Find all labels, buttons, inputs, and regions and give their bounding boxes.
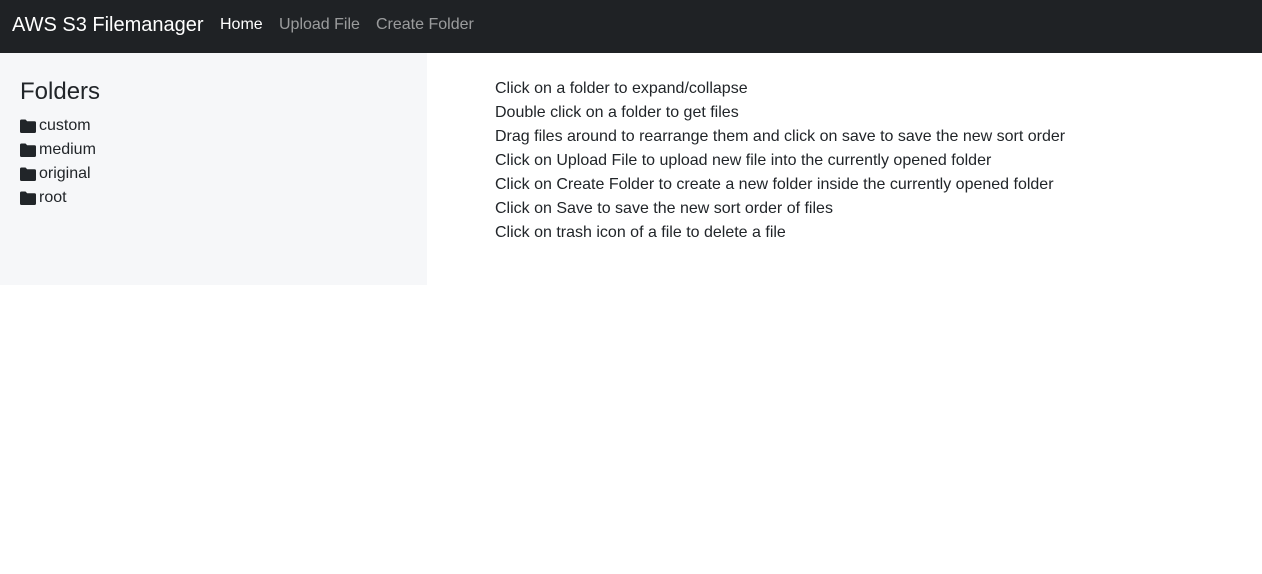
folder-label: root: [39, 189, 67, 206]
folder-icon: [20, 167, 36, 181]
sidebar-title: Folders: [20, 78, 101, 105]
nav-home-link[interactable]: Home: [220, 15, 263, 35]
folder-label: custom: [39, 117, 91, 134]
brand-link[interactable]: AWS S3 Filemanager: [12, 12, 204, 38]
instruction-delete-file: Click on trash icon of a file to delete …: [495, 224, 786, 241]
folders-sidebar: Folders custom medium original root: [0, 53, 427, 285]
instructions-list: Click on a folder to expand/collapse Dou…: [495, 77, 1065, 245]
folder-label: original: [39, 165, 91, 182]
nav-create-folder-link[interactable]: Create Folder: [376, 15, 474, 35]
instruction-get-files: Double click on a folder to get files: [495, 104, 739, 121]
folder-icon: [20, 119, 36, 133]
folder-item-medium[interactable]: medium: [20, 138, 96, 162]
folder-icon: [20, 191, 36, 205]
folder-item-original[interactable]: original: [20, 162, 96, 186]
instruction-drag-sort: Drag files around to rearrange them and …: [495, 128, 1066, 145]
folder-item-root[interactable]: root: [20, 186, 96, 210]
folder-icon: [20, 143, 36, 157]
instruction-create-folder: Click on Create Folder to create a new f…: [495, 176, 1054, 193]
folder-item-custom[interactable]: custom: [20, 114, 96, 138]
instruction-upload-file: Click on Upload File to upload new file …: [495, 152, 992, 169]
nav-upload-file-link[interactable]: Upload File: [279, 15, 360, 35]
folder-label: medium: [39, 141, 96, 158]
folder-list: custom medium original root: [20, 114, 96, 210]
instruction-save-order: Click on Save to save the new sort order…: [495, 200, 833, 217]
top-navbar: AWS S3 Filemanager Home Upload File Crea…: [0, 0, 1262, 53]
instruction-expand-collapse: Click on a folder to expand/collapse: [495, 80, 748, 97]
